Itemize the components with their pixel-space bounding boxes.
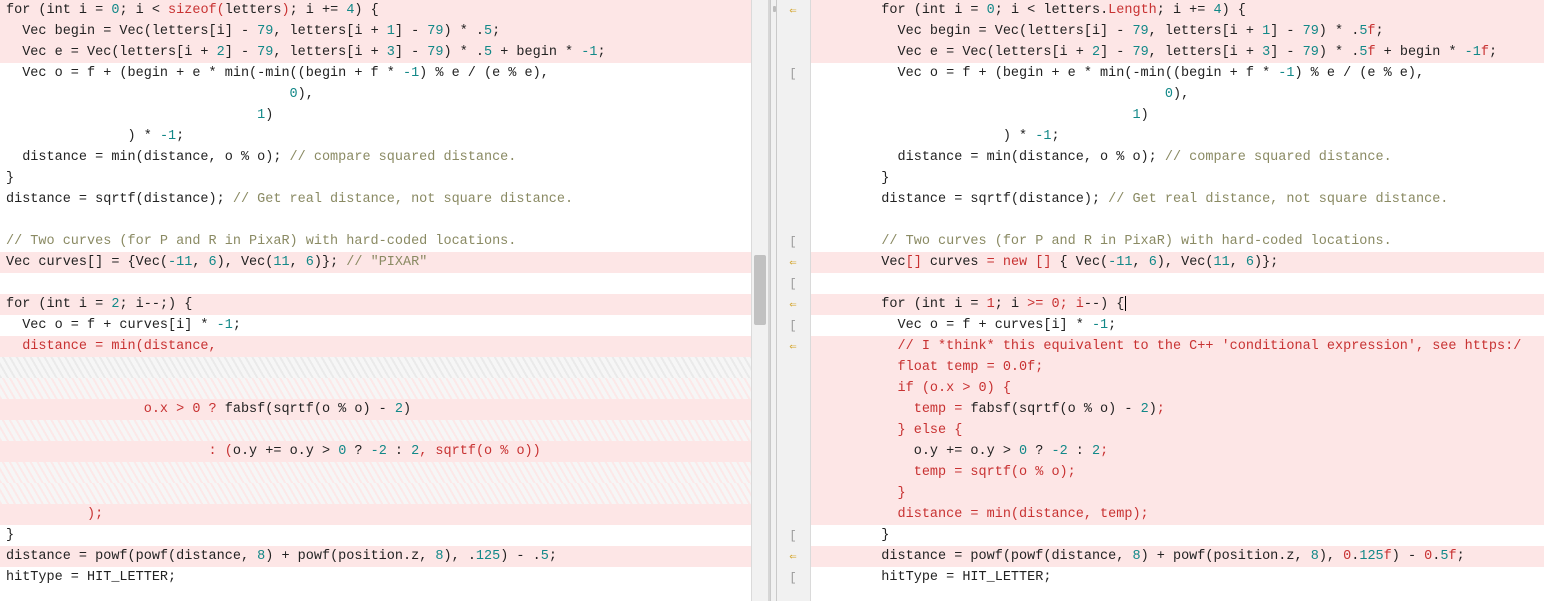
- code-line[interactable]: Vec o = f + (begin + e * min(-min((begin…: [811, 63, 1544, 84]
- gutter-blank: [777, 84, 810, 105]
- gutter-blank: [777, 378, 810, 399]
- code-line[interactable]: 1): [811, 105, 1544, 126]
- code-line[interactable]: [811, 273, 1544, 294]
- code-line[interactable]: distance = powf(powf(distance, 8) + powf…: [811, 546, 1544, 567]
- code-line[interactable]: : (o.y += o.y > 0 ? -2 : 2, sqrtf(o % o)…: [0, 441, 751, 462]
- code-line[interactable]: float temp = 0.0f;: [811, 357, 1544, 378]
- gutter-blank: [777, 420, 810, 441]
- code-line[interactable]: 1): [0, 105, 751, 126]
- gutter-blank: [777, 105, 810, 126]
- scroll-thumb[interactable]: [754, 255, 766, 325]
- code-line[interactable]: Vec begin = Vec(letters[i] - 79, letters…: [811, 21, 1544, 42]
- match-bracket-icon[interactable]: [: [777, 567, 810, 588]
- code-line[interactable]: } else {: [811, 420, 1544, 441]
- gutter-blank: [777, 483, 810, 504]
- code-line[interactable]: Vec o = f + (begin + e * min(-min((begin…: [0, 63, 751, 84]
- match-bracket-icon[interactable]: [: [777, 525, 810, 546]
- gutter-blank: [777, 189, 810, 210]
- left-scrollbar[interactable]: [751, 0, 768, 601]
- code-line[interactable]: o.y += o.y > 0 ? -2 : 2;: [811, 441, 1544, 462]
- gutter-blank: [777, 210, 810, 231]
- left-code[interactable]: for (int i = 0; i < sizeof(letters); i +…: [0, 0, 751, 601]
- move-left-icon[interactable]: ⇐: [777, 294, 810, 315]
- code-line[interactable]: [0, 273, 751, 294]
- code-line[interactable]: // I *think* this equivalent to the C++ …: [811, 336, 1544, 357]
- gutter-blank: [777, 357, 810, 378]
- code-line[interactable]: Vec o = f + curves[i] * -1;: [0, 315, 751, 336]
- code-line[interactable]: if (o.x > 0) {: [811, 378, 1544, 399]
- code-line[interactable]: [811, 210, 1544, 231]
- right-code[interactable]: for (int i = 0; i < letters.Length; i +=…: [811, 0, 1544, 601]
- code-line[interactable]: }: [0, 168, 751, 189]
- left-pane: for (int i = 0; i < sizeof(letters); i +…: [0, 0, 770, 601]
- code-line[interactable]: o.x > 0 ? fabsf(sqrtf(o % o) - 2): [0, 399, 751, 420]
- code-line[interactable]: [0, 420, 751, 441]
- move-left-icon[interactable]: ⇐: [777, 546, 810, 567]
- code-line[interactable]: hitType = HIT_LETTER;: [0, 567, 751, 588]
- code-line[interactable]: 0),: [811, 84, 1544, 105]
- gutter-blank: [777, 399, 810, 420]
- gutter-blank: [777, 504, 810, 525]
- code-line[interactable]: distance = min(distance,: [0, 336, 751, 357]
- splitter[interactable]: [770, 0, 777, 601]
- code-line[interactable]: for (int i = 1; i >= 0; i--) {: [811, 294, 1544, 315]
- code-line[interactable]: Vec[] curves = new [] { Vec(-11, 6), Vec…: [811, 252, 1544, 273]
- code-line[interactable]: );: [0, 504, 751, 525]
- code-line[interactable]: ) * -1;: [0, 126, 751, 147]
- move-left-icon[interactable]: ⇐: [777, 0, 810, 21]
- code-line[interactable]: for (int i = 2; i--;) {: [0, 294, 751, 315]
- code-line[interactable]: }: [0, 525, 751, 546]
- gutter-blank: [777, 126, 810, 147]
- code-line[interactable]: distance = min(distance, o % o); // comp…: [0, 147, 751, 168]
- code-line[interactable]: distance = sqrtf(distance); // Get real …: [811, 189, 1544, 210]
- gutter-blank: [777, 147, 810, 168]
- code-line[interactable]: distance = min(distance, temp);: [811, 504, 1544, 525]
- code-line[interactable]: distance = min(distance, o % o); // comp…: [811, 147, 1544, 168]
- code-line[interactable]: // Two curves (for P and R in PixaR) wit…: [811, 231, 1544, 252]
- code-line[interactable]: temp = sqrtf(o % o);: [811, 462, 1544, 483]
- code-line[interactable]: for (int i = 0; i < sizeof(letters); i +…: [0, 0, 751, 21]
- match-bracket-icon[interactable]: [: [777, 63, 810, 84]
- code-line[interactable]: [0, 357, 751, 378]
- code-line[interactable]: distance = powf(powf(distance, 8) + powf…: [0, 546, 751, 567]
- code-line[interactable]: }: [811, 483, 1544, 504]
- code-line[interactable]: hitType = HIT_LETTER;: [811, 567, 1544, 588]
- gutter-blank: [777, 168, 810, 189]
- move-left-icon[interactable]: ⇐: [777, 336, 810, 357]
- gutter-blank: [777, 21, 810, 42]
- code-line[interactable]: temp = fabsf(sqrtf(o % o) - 2);: [811, 399, 1544, 420]
- right-pane: ⇐[[⇐[⇐[⇐[⇐[ for (int i = 0; i < letters.…: [777, 0, 1544, 601]
- code-line[interactable]: [0, 378, 751, 399]
- code-line[interactable]: Vec begin = Vec(letters[i] - 79, letters…: [0, 21, 751, 42]
- code-line[interactable]: Vec curves[] = {Vec(-11, 6), Vec(11, 6)}…: [0, 252, 751, 273]
- gutter-blank: [777, 441, 810, 462]
- move-left-icon[interactable]: ⇐: [777, 252, 810, 273]
- match-bracket-icon[interactable]: [: [777, 231, 810, 252]
- gutter-blank: [777, 42, 810, 63]
- code-line[interactable]: [0, 483, 751, 504]
- right-gutter: ⇐[[⇐[⇐[⇐[⇐[: [777, 0, 811, 601]
- gutter-blank: [777, 462, 810, 483]
- code-line[interactable]: Vec e = Vec(letters[i + 2] - 79, letters…: [0, 42, 751, 63]
- code-line[interactable]: [0, 210, 751, 231]
- match-bracket-icon[interactable]: [: [777, 273, 810, 294]
- code-line[interactable]: Vec o = f + curves[i] * -1;: [811, 315, 1544, 336]
- code-line[interactable]: }: [811, 168, 1544, 189]
- code-line[interactable]: // Two curves (for P and R in PixaR) wit…: [0, 231, 751, 252]
- code-line[interactable]: ) * -1;: [811, 126, 1544, 147]
- code-line[interactable]: distance = sqrtf(distance); // Get real …: [0, 189, 751, 210]
- code-line[interactable]: for (int i = 0; i < letters.Length; i +=…: [811, 0, 1544, 21]
- code-line[interactable]: }: [811, 525, 1544, 546]
- code-line[interactable]: 0),: [0, 84, 751, 105]
- match-bracket-icon[interactable]: [: [777, 315, 810, 336]
- code-line[interactable]: [0, 462, 751, 483]
- code-line[interactable]: Vec e = Vec(letters[i + 2] - 79, letters…: [811, 42, 1544, 63]
